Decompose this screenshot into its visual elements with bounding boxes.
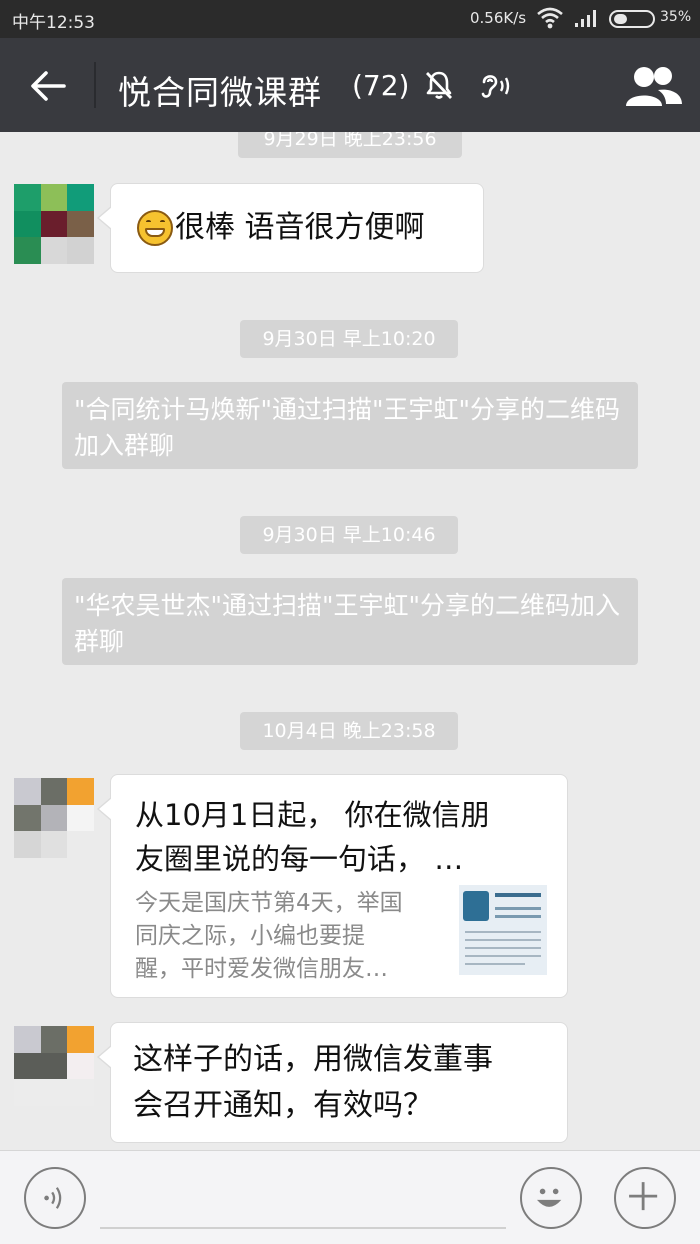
battery-icon <box>609 10 655 28</box>
signal-icon <box>575 10 596 27</box>
title-divider <box>94 62 96 108</box>
system-join-notice: "合同统计马焕新"通过扫描"王宇虹"分享的二维码加入群聊 <box>62 382 638 469</box>
status-bar: 中午12:53 0.56K/s 35% <box>0 0 700 38</box>
chat-input-bar <box>0 1150 700 1244</box>
emoji-button[interactable] <box>520 1167 582 1229</box>
timestamp-pill: 9月29日 晚上23:56 <box>238 132 462 158</box>
timestamp-pill: 9月30日 早上10:46 <box>240 516 458 554</box>
link-thumbnail <box>459 885 547 975</box>
message-bubble[interactable]: 很棒 语音很方便啊 <box>97 183 484 273</box>
timestamp-pill: 10月4日 晚上23:58 <box>240 712 458 750</box>
message-bubble[interactable]: 这样子的话，用微信发董事 会召开通知，有效吗？ <box>97 1022 568 1143</box>
more-options-button[interactable] <box>614 1167 676 1229</box>
battery-percent: 35% <box>660 9 692 25</box>
wifi-icon <box>537 7 563 29</box>
system-join-notice: "华农吴世杰"通过扫描"王宇虹"分享的二维码加入群聊 <box>62 578 638 665</box>
message-text: 这样子的话，用微信发董事 会召开通知，有效吗？ <box>133 1042 493 1123</box>
status-time: 中午12:53 <box>12 13 95 33</box>
chat-message-list[interactable]: 9月29日 晚上23:56 很棒 语音很方便啊 9月30日 早上10:20 "合… <box>0 132 700 1150</box>
sender-avatar[interactable] <box>14 184 94 264</box>
voice-icon <box>44 1187 62 1209</box>
sender-avatar[interactable] <box>14 1026 94 1106</box>
message-text: 很棒 语音很方便啊 <box>175 210 425 245</box>
network-speed: 0.56K/s <box>470 9 527 27</box>
chat-title: 悦合同微课群 <box>118 73 322 112</box>
link-card[interactable]: 从10月1日起， 你在微信朋 友圈里说的每一句话， … 今天是国庆节第4天，举国… <box>97 774 568 998</box>
sender-avatar[interactable] <box>14 778 94 858</box>
earpiece-icon <box>481 75 510 98</box>
link-title: 从10月1日起， 你在微信朋 友圈里说的每一句话， … <box>135 798 490 876</box>
back-arrow-icon[interactable] <box>24 62 72 110</box>
voice-input-button[interactable] <box>24 1167 86 1229</box>
grinning-face-icon <box>137 210 173 246</box>
timestamp-pill: 9月30日 早上10:20 <box>240 320 458 358</box>
message-input-field[interactable] <box>100 1227 506 1229</box>
group-members-icon[interactable] <box>622 62 684 110</box>
smiley-icon <box>536 1188 562 1207</box>
link-description: 今天是国庆节第4天，举国 同庆之际，小编也要提 醒，平时爱发微信朋友… <box>135 890 403 982</box>
chat-title-bar: 悦合同微课群 (72) <box>0 38 700 132</box>
member-count: (72) <box>352 69 410 102</box>
plus-icon <box>629 1182 658 1211</box>
mute-bell-icon <box>425 71 453 99</box>
